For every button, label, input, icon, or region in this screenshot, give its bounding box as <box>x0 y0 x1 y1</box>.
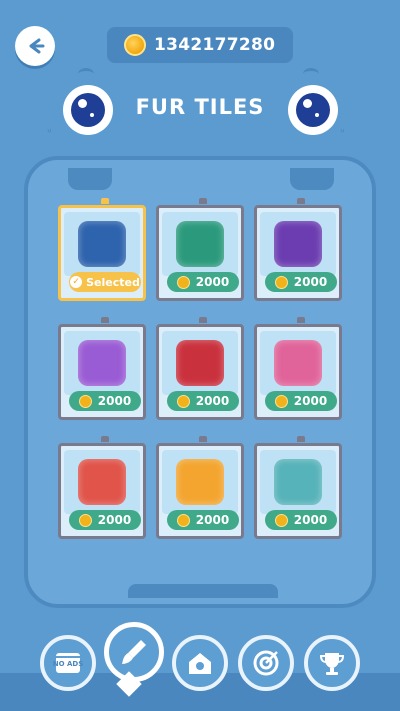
fur-tile-card[interactable]: 2000 <box>156 436 244 539</box>
card-tab <box>101 317 109 323</box>
no-ads-button[interactable]: NO ADS <box>40 635 96 691</box>
fur-tile-card[interactable]: 2000 <box>254 198 342 301</box>
price-button[interactable]: 2000 <box>69 391 141 411</box>
card-tab <box>199 436 207 442</box>
price-value: 2000 <box>293 275 328 289</box>
price-value: 2000 <box>195 275 230 289</box>
price-value: 2000 <box>97 513 132 527</box>
fur-swatch-icon <box>78 459 126 505</box>
fur-swatch-icon <box>176 459 224 505</box>
coin-icon <box>176 513 190 527</box>
check-icon: ✓ <box>70 276 83 288</box>
price-value: 2000 <box>293 394 328 408</box>
fur-swatch-icon <box>78 340 126 386</box>
bottom-nav: NO ADS <box>0 619 400 711</box>
frame-base <box>128 584 278 598</box>
svg-text:NO ADS: NO ADS <box>53 660 83 668</box>
price-button[interactable]: 2000 <box>167 391 239 411</box>
fur-tile-card[interactable]: 2000 <box>254 317 342 420</box>
price-value: 2000 <box>97 394 132 408</box>
price-button[interactable]: 2000 <box>167 510 239 530</box>
coin-amount: 1342177280 <box>154 35 276 55</box>
price-button[interactable]: 2000 <box>265 272 337 292</box>
card-tab <box>297 198 305 204</box>
price-value: 2000 <box>195 394 230 408</box>
fur-swatch-icon <box>274 459 322 505</box>
fur-swatch-icon <box>176 221 224 267</box>
fur-swatch-icon <box>274 340 322 386</box>
tile-preview <box>260 331 336 395</box>
coin-icon <box>274 275 288 289</box>
trophy-icon <box>319 653 345 675</box>
tile-preview <box>64 212 140 276</box>
fur-swatch-icon <box>78 221 126 267</box>
fur-tile-card[interactable]: 2000 <box>254 436 342 539</box>
card-tab <box>297 436 305 442</box>
whisker-decoration: ᐡ <box>340 126 345 140</box>
selected-badge: ✓ Selected <box>69 272 141 292</box>
no-ads-icon: NO ADS <box>53 653 83 673</box>
top-bar: 1342177280 FUR TILES ᐡ ᐡ <box>0 0 400 170</box>
home-button[interactable] <box>172 635 228 691</box>
coin-icon <box>78 513 92 527</box>
tile-grid: ✓ Selected 2000 2000 2000 2000 2000 2000 2000 200… <box>58 180 342 586</box>
coin-counter: 1342177280 <box>107 27 293 63</box>
target-button[interactable] <box>238 635 294 691</box>
price-value: 2000 <box>195 513 230 527</box>
tile-preview <box>260 212 336 276</box>
whisker-decoration: ᐡ <box>47 126 52 140</box>
fur-tile-card[interactable]: ✓ Selected <box>58 198 146 301</box>
price-value: 2000 <box>293 513 328 527</box>
fur-swatch-icon <box>274 221 322 267</box>
tile-preview <box>162 212 238 276</box>
fur-tile-card[interactable]: 2000 <box>58 317 146 420</box>
back-arrow-icon <box>29 38 45 54</box>
card-tab <box>199 317 207 323</box>
card-tab <box>101 436 109 442</box>
brush-icon <box>122 640 146 664</box>
card-tab <box>199 198 207 204</box>
fur-tile-card[interactable]: 2000 <box>58 436 146 539</box>
price-button[interactable]: 2000 <box>265 391 337 411</box>
tile-preview <box>64 450 140 514</box>
price-button[interactable]: 2000 <box>69 510 141 530</box>
target-icon <box>253 650 279 676</box>
trophy-button[interactable] <box>304 635 360 691</box>
fur-tile-card[interactable]: 2000 <box>156 198 244 301</box>
coin-icon <box>274 394 288 408</box>
back-button[interactable] <box>15 26 55 66</box>
brush-button[interactable] <box>104 622 164 682</box>
card-tab <box>101 198 109 204</box>
coin-icon <box>78 394 92 408</box>
tile-preview <box>162 331 238 395</box>
tile-frame: ✓ Selected 2000 2000 2000 2000 2000 2000 2000 200… <box>24 156 376 608</box>
price-button[interactable]: 2000 <box>167 272 239 292</box>
coin-icon <box>124 34 146 56</box>
selected-label: Selected <box>86 275 140 289</box>
coin-icon <box>176 275 190 289</box>
tile-preview <box>64 331 140 395</box>
page-title: FUR TILES <box>135 95 265 119</box>
coin-icon <box>176 394 190 408</box>
card-tab <box>297 317 305 323</box>
tile-preview <box>162 450 238 514</box>
ear-decoration <box>78 68 94 80</box>
coin-icon <box>274 513 288 527</box>
tile-preview <box>260 450 336 514</box>
ear-decoration <box>303 68 319 80</box>
fur-swatch-icon <box>176 340 224 386</box>
fur-tile-card[interactable]: 2000 <box>156 317 244 420</box>
home-icon <box>189 653 211 674</box>
price-button[interactable]: 2000 <box>265 510 337 530</box>
